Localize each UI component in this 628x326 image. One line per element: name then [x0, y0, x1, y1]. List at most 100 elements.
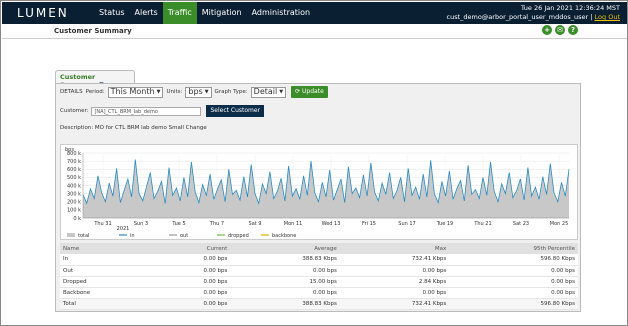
- cell: 0.00 bps: [149, 254, 231, 266]
- table-row: Out 0.00 bps 0.00 bps 0.00 bps 0.00 bps: [60, 265, 578, 277]
- graph-type-label: Graph Type:: [214, 89, 248, 95]
- cell: 0.00 bps: [149, 287, 231, 299]
- chevron-down-icon: ▼: [156, 89, 161, 95]
- cell: Dropped: [60, 276, 150, 288]
- cell: Out: [60, 265, 150, 277]
- table-row: Dropped 0.00 bps 15.00 bps 2.84 Kbps 0.0…: [60, 276, 578, 288]
- tab-customer-summary[interactable]: Customer Summaryi: [55, 70, 135, 89]
- y-tick-label: 700 k: [67, 159, 81, 165]
- cell: 388.83 Kbps: [230, 298, 340, 310]
- cell: 0.00 bps: [149, 276, 231, 288]
- cell: 0.00 bps: [230, 287, 340, 299]
- y-tick-label: 200 k: [67, 200, 81, 206]
- x-sub-label: 2021: [117, 226, 130, 232]
- x-tick-label: Thu 21: [473, 221, 491, 227]
- x-tick-label: Sun 17: [398, 221, 415, 227]
- add-icon[interactable]: +: [542, 25, 552, 35]
- y-tick-label: 0 k: [73, 216, 81, 222]
- cell: Total: [60, 298, 150, 310]
- period-select[interactable]: This Month ▼: [107, 86, 164, 98]
- y-axis-label: bps: [65, 147, 74, 153]
- page-title: Customer Summary: [54, 27, 132, 35]
- chevron-down-icon: ▼: [279, 89, 284, 95]
- x-tick-label: Thu 7: [209, 221, 224, 227]
- lumen-logo[interactable]: LUMEN: [17, 6, 69, 20]
- x-tick-label: Sat 23: [513, 221, 529, 227]
- traffic-chart: 0 k 100 k 200 k 300 k 400 k 500 k 600 k 700 k 80…: [60, 144, 578, 240]
- y-tick-label: 100 k: [67, 208, 81, 214]
- table-row: Backbone 0.00 bps 0.00 bps 0.00 bps 0.00…: [60, 287, 578, 299]
- update-button[interactable]: ⟳ Update: [291, 86, 328, 98]
- table-row: In 0.00 bps 388.83 Kbps 732.41 Kbps 596.…: [60, 254, 578, 266]
- logout-link[interactable]: Log Out: [595, 13, 620, 21]
- mail-icon[interactable]: ✉: [555, 25, 565, 35]
- y-tick-label: 600 k: [67, 167, 81, 173]
- units-label: Units:: [166, 89, 183, 95]
- nav-alerts[interactable]: Alerts: [130, 2, 163, 24]
- x-tick-label: Sat 9: [249, 221, 262, 227]
- username: cust_demo@arbor_portal_user_mddos_user: [446, 13, 589, 21]
- legend-label: in: [130, 233, 135, 239]
- x-tick-label: Wed 13: [322, 221, 341, 227]
- summary-panel: DETAILS Period: This Month ▼ Units: bps ▼ …: [55, 83, 581, 312]
- user-info: Tue 26 Jan 2021 12:36:24 MST cust_demo@a…: [447, 4, 621, 22]
- x-tick-label: Thu 31: [93, 221, 111, 227]
- x-tick-label: Tue 5: [171, 221, 185, 227]
- top-nav-bar: LUMEN Status Alerts Traffic Mitigation A…: [2, 2, 627, 24]
- col-average: Average: [230, 243, 340, 254]
- cell: 0.00 bps: [230, 265, 340, 277]
- cell: 0.00 bps: [449, 276, 578, 288]
- graph-type-value: Detail: [253, 87, 278, 96]
- graph-type-select[interactable]: Detail ▼: [250, 86, 287, 98]
- legend-label: total: [78, 233, 89, 239]
- nav-traffic[interactable]: Traffic: [162, 2, 197, 24]
- x-tick-label: Mon 11: [284, 221, 303, 227]
- col-current: Current: [149, 243, 231, 254]
- cell: Backbone: [60, 287, 150, 299]
- details-controls: DETAILS Period: This Month ▼ Units: bps ▼ …: [60, 86, 328, 98]
- cell: 596.80 Kbps: [449, 298, 578, 310]
- sub-header: Customer Summary + ✉ ?: [2, 24, 627, 39]
- header-actions: + ✉ ?: [542, 25, 578, 35]
- y-tick-label: 500 k: [67, 175, 81, 181]
- chevron-down-icon: ▼: [204, 89, 209, 95]
- x-tick-label: Sun 3: [134, 221, 148, 227]
- table-header-row: Name Current Average Max 95th Percentile: [60, 243, 578, 254]
- datetime: Tue 26 Jan 2021 12:36:24 MST: [520, 4, 620, 12]
- x-tick-label: Fri 15: [362, 221, 376, 227]
- details-label: DETAILS: [60, 89, 83, 95]
- cell: 596.80 Kbps: [449, 254, 578, 266]
- customer-label: Customer:: [60, 108, 89, 114]
- select-customer-button[interactable]: Select Customer: [206, 105, 265, 117]
- cell: 388.83 Kbps: [230, 254, 340, 266]
- cell: 0.00 bps: [339, 265, 450, 277]
- cell: 0.00 bps: [149, 298, 231, 310]
- units-select[interactable]: bps ▼: [185, 86, 212, 98]
- cell: 15.00 bps: [230, 276, 340, 288]
- col-95th: 95th Percentile: [449, 243, 578, 254]
- cell: In: [60, 254, 150, 266]
- cell: 732.41 Kbps: [339, 254, 450, 266]
- chart-svg: 0 k100 k200 k300 k400 k500 k600 k700 k80…: [65, 147, 570, 239]
- cell: 0.00 bps: [149, 265, 231, 277]
- nav-status[interactable]: Status: [94, 2, 130, 24]
- help-icon[interactable]: ?: [568, 25, 578, 35]
- cell: 0.00 bps: [339, 287, 450, 299]
- legend-swatch: [67, 233, 75, 237]
- legend-label: out: [180, 233, 188, 239]
- cell: 2.84 Kbps: [339, 276, 450, 288]
- cell: 0.00 bps: [449, 287, 578, 299]
- cell: 732.41 Kbps: [339, 298, 450, 310]
- col-max: Max: [339, 243, 450, 254]
- col-name: Name: [60, 243, 150, 254]
- series-total-area: [83, 159, 569, 218]
- nav-mitigation[interactable]: Mitigation: [197, 2, 247, 24]
- period-label: Period:: [85, 89, 105, 95]
- customer-input[interactable]: [NA]_CTL_BRM_lab_demo: [91, 106, 202, 116]
- x-tick-label: Tue 19: [436, 221, 454, 227]
- nav-administration[interactable]: Administration: [247, 2, 316, 24]
- period-value: This Month: [110, 87, 155, 96]
- refresh-icon: ⟳: [295, 88, 303, 95]
- y-tick-label: 400 k: [67, 183, 81, 189]
- table-row-total: Total 0.00 bps 388.83 Kbps 732.41 Kbps 5…: [60, 298, 578, 310]
